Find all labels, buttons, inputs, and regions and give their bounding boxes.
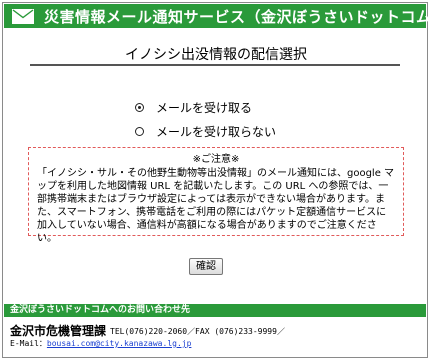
radio-receive[interactable]: [135, 102, 144, 112]
option-not-receive-label: メールを受け取らない: [156, 124, 277, 139]
notice-body: 「イノシシ・サル・その他野生動物等出没情報」のメール通知には、google マッ…: [37, 168, 395, 244]
site-header: 災害情報メール通知サービス（金沢ぼうさいドットコム）: [4, 4, 432, 28]
radio-not-receive[interactable]: [135, 126, 144, 136]
title-divider: [30, 64, 400, 66]
contact-bar: 金沢ぼうさいドットコムへのお問い合わせ先: [4, 304, 426, 317]
email-link[interactable]: bousai.com@city.kanazawa.lg.jp: [47, 339, 192, 348]
option-receive[interactable]: メールを受け取る: [135, 97, 276, 117]
site-title: 災害情報メール通知サービス（金沢ぼうさいドットコム）: [44, 7, 432, 26]
option-receive-label: メールを受け取る: [156, 100, 253, 115]
mail-icon: [12, 8, 34, 24]
notice-heading: ※ご注意※: [192, 154, 240, 165]
notice-box: ※ご注意※ 「イノシシ・サル・その他野生動物等出没情報」のメール通知には、goo…: [28, 147, 404, 244]
delivery-options: メールを受け取る メールを受け取らない: [135, 97, 276, 145]
option-not-receive[interactable]: メールを受け取らない: [135, 121, 276, 141]
email-label: E-Mail：: [10, 339, 47, 348]
department-name: 金沢市危機管理課: [10, 324, 107, 338]
email-line: E-Mail：bousai.com@city.kanazawa.lg.jp: [10, 338, 191, 349]
tel-fax: TEL(076)220-2060／FAX (076)233-9999／: [110, 327, 285, 336]
confirm-button[interactable]: 確認: [189, 258, 223, 275]
page-title: イノシシ出没情報の配信選択: [125, 47, 307, 63]
